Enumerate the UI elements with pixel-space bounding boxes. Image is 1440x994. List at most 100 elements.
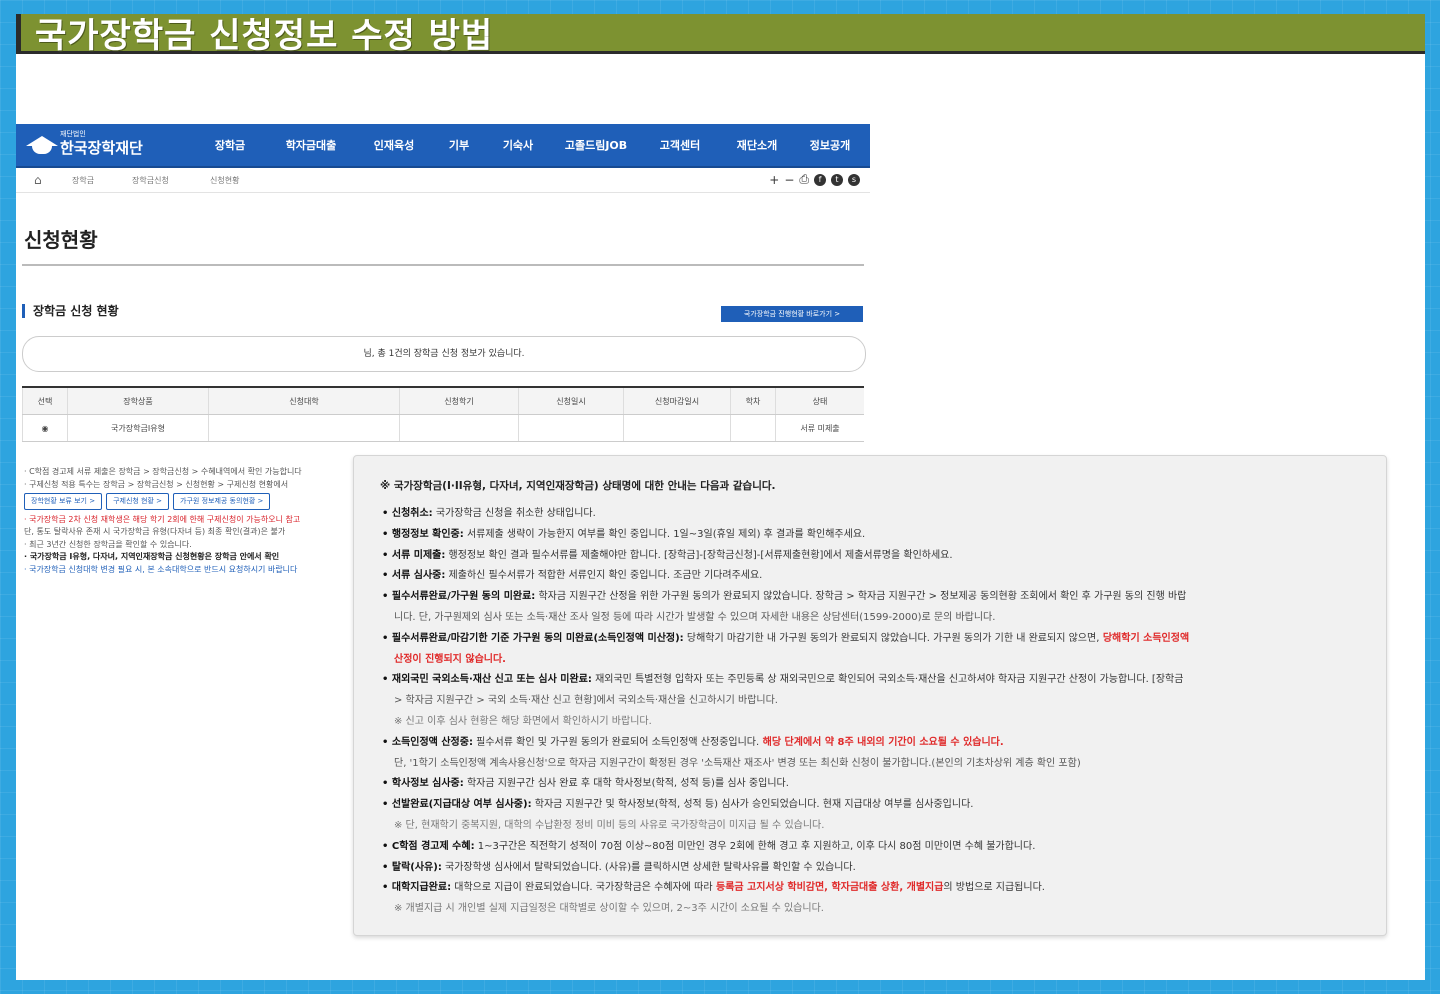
status-guide-list: • 신청취소: 국가장학금 신청을 취소한 상태입니다. • 행정정보 확인중: …: [382, 504, 1372, 920]
status-guide-text: 1~3구간은 직전학기 성적이 70점 이상~80점 미만인 경우 2회에 한해…: [474, 840, 1036, 852]
status-guide-text: • 서류 심사중:: [382, 570, 446, 582]
status-guide-text: 학자금 지원구간 및 학사정보(학적, 성적 등) 심사가 승인되었습니다. 현…: [531, 799, 974, 811]
breadcrumb-item-2[interactable]: 장학금신청: [132, 175, 169, 186]
progress-shortcut-button[interactable]: 국가장학금 진행현황 바로가기 >: [721, 306, 863, 322]
utility-tools: + − ⎙ f t s: [769, 172, 860, 187]
status-guide-item: • 선발완료(지급대상 여부 심사중): 학자금 지원구간 및 학사정보(학적,…: [382, 795, 1372, 816]
status-guide-text: 국가장학생 심사에서 탈락되었습니다. (사유)를 클릭하시면 상세한 탈락사유…: [441, 861, 856, 873]
status-guide-text: • 선발완료(지급대상 여부 심사중):: [382, 799, 532, 811]
logo-small-text: 재단법인: [60, 130, 86, 138]
slide-title: 국가장학금 신청정보 수정 방법: [35, 16, 494, 56]
status-guide-text: • 신청취소:: [382, 508, 433, 519]
status-guide-text: • 행정정보 확인중:: [382, 528, 464, 540]
row-select-radio[interactable]: ◉: [22, 414, 68, 442]
table-header-row: 선택 장학상품 신청대학 신청학기 신청일시 신청마감일시 학차 상태: [22, 386, 864, 415]
status-guide-item: • 학사정보 심사중: 학자금 지원구간 심사 완료 후 대학 학사정보(학적,…: [382, 774, 1372, 795]
status-guide-heading: ※ 국가장학금(I·II유형, 다자녀, 지역인재장학금) 상태명에 대한 안내…: [380, 480, 776, 492]
note-line: · 구제신청 적용 특수는 장학금 > 장학금신청 > 신청현황 > 구제신청 …: [24, 479, 289, 489]
status-guide-text: 국가장학금 신청을 취소한 상태입니다.: [432, 508, 596, 519]
logo-name: 한국장학재단: [60, 139, 143, 157]
page-title: 신청현황: [24, 228, 98, 252]
title-divider: [22, 264, 864, 266]
zoom-in-button[interactable]: +: [769, 173, 779, 187]
status-guide-text: • 탈락(사유):: [382, 861, 442, 873]
col-select: 선택: [22, 386, 68, 415]
status-guide-text: 학자금 지원구간 산정을 위한 가구원 동의가 완료되지 않았습니다. 장학금 …: [535, 591, 1187, 603]
status-guide-text: • 학사정보 심사중:: [382, 778, 464, 790]
status-guide-text: 해당 단계에서 약 8주 내외의 기간이 소요될 수 있습니다.: [759, 736, 1004, 748]
row-round: [730, 414, 776, 442]
status-guide-item: • 서류 심사중: 제출하신 필수서류가 적합한 서류인지 확인 중입니다. 조…: [382, 566, 1372, 587]
breadcrumb-item-3[interactable]: 신청현황: [210, 175, 239, 186]
status-guide-item: ※ 신고 이후 심사 현황은 해당 화면에서 확인하시기 바랍니다.: [382, 712, 1372, 733]
status-guide-text: 재외국민 특별전형 입학자 또는 주민등록 상 재외국민으로 확인되어 국외소득…: [591, 674, 1184, 686]
status-guide-item: • 서류 미제출: 행정정보 확인 결과 필수서류를 제출해야만 합니다. [장…: [382, 546, 1372, 567]
menu-item-loan[interactable]: 학자금대출: [266, 124, 356, 166]
menu-item-scholarship[interactable]: 장학금: [194, 124, 266, 166]
status-guide-text: 필수서류 확인 및 가구원 동의가 완료되어 소득인정액 산정중입니다.: [472, 736, 760, 748]
col-product: 장학상품: [67, 386, 209, 415]
row-date: [518, 414, 624, 442]
status-guide-text: 학자금 지원구간 심사 완료 후 대학 학사정보(학적, 성적 등)를 심사 중…: [463, 778, 789, 790]
breadcrumb: ⌂ 장학금 장학금신청 신청현황 + − ⎙ f t s: [16, 168, 870, 193]
note-line: · 최근 3년간 신청한 장학금을 확인할 수 있습니다.: [24, 539, 192, 549]
menu-item-talent[interactable]: 인재육성: [356, 124, 432, 166]
site-logo[interactable]: 재단법인 한국장학재단: [24, 130, 143, 157]
note-line: · C학점 경고제 서류 제출은 장학금 > 장학금신청 > 수혜내역에서 확인…: [24, 467, 302, 476]
status-guide-text: • 소득인정액 산정중:: [382, 736, 473, 748]
status-guide-text: 대학으로 지급이 완료되었습니다. 국가장학금은 수혜자에 따라: [451, 882, 713, 894]
row-semester: [399, 414, 519, 442]
col-status: 상태: [775, 386, 864, 415]
note-line: 단, 통도 탈락사유 존재 시 국가장학금 유형(다자녀 등) 최종 확인(결과…: [24, 527, 286, 536]
top-navigation: 재단법인 한국장학재단 장학금 학자금대출 인재육성 기부 기숙사 고졸드림JO…: [16, 124, 870, 168]
main-menu: 장학금 학자금대출 인재육성 기부 기숙사 고졸드림JOB 고객센터 재단소개 …: [194, 124, 864, 166]
status-guide-text: • 서류 미제출:: [382, 549, 446, 561]
status-guide-text: 당해학기 소득인정액: [1099, 632, 1190, 644]
menu-item-donation[interactable]: 기부: [432, 124, 486, 166]
status-guide-text: • 대학지급완료:: [382, 882, 452, 894]
status-guide-item: • 탈락(사유): 국가장학생 심사에서 탈락되었습니다. (사유)를 클릭하시…: [382, 858, 1372, 879]
family-consent-button[interactable]: 가구원 정보제공 동의현황 >: [173, 493, 271, 510]
relief-status-button[interactable]: 구제신청 현황 >: [106, 493, 170, 510]
col-deadline: 신청마감일시: [623, 386, 731, 415]
status-guide-text: 단, '1학기 소득인정액 계속사용신청'으로 학자금 지원구간이 확정된 경우…: [394, 757, 1081, 769]
graduation-cap-icon: [24, 132, 60, 156]
home-icon[interactable]: ⌂: [34, 173, 42, 187]
status-guide-text: • C학점 경고제 수혜:: [382, 840, 475, 852]
status-view-button[interactable]: 장학현황 보류 보기 >: [24, 493, 103, 510]
status-guide-text: 당해학기 마감기한 내 가구원 동의가 완료되지 않았습니다. 가구원 동의가 …: [683, 632, 1100, 644]
status-guide-item: • C학점 경고제 수혜: 1~3구간은 직전학기 성적이 70점 이상~80점…: [382, 837, 1372, 858]
print-icon[interactable]: ⎙: [799, 172, 809, 187]
col-university: 신청대학: [208, 386, 400, 415]
status-guide-item: • 신청취소: 국가장학금 신청을 취소한 상태입니다.: [382, 504, 1372, 525]
zoom-out-button[interactable]: −: [784, 173, 794, 187]
status-guide-text: ※ 신고 이후 심사 현황은 해당 화면에서 확인하시기 바랍니다.: [394, 715, 652, 727]
status-guide-item: • 행정정보 확인중: 서류제출 생략이 가능한지 여부를 확인 중입니다. 1…: [382, 525, 1372, 546]
status-guide-item: 산정이 진행되지 않습니다.: [382, 650, 1372, 671]
menu-item-customer-center[interactable]: 고객센터: [642, 124, 718, 166]
status-guide-item: • 필수서류완료/마감기한 기준 가구원 동의 미완료(소득인정액 미산정): …: [382, 629, 1372, 650]
row-status[interactable]: 서류 미제출: [775, 414, 864, 442]
slide-title-bar: 국가장학금 신청정보 수정 방법: [16, 14, 1425, 56]
note-line-red: · 국가장학금 2차 신청 재학생은 해당 학기 2회에 한해 구제신청이 가능…: [24, 514, 301, 524]
menu-item-dormitory[interactable]: 기숙사: [486, 124, 550, 166]
col-round: 학차: [730, 386, 776, 415]
application-count-notice: 님, 총 1건의 장학금 신청 정보가 있습니다.: [22, 336, 866, 372]
menu-item-about[interactable]: 재단소개: [718, 124, 796, 166]
status-guide-text: ※ 개별지급 시 개인별 실제 지급일정은 대학별로 상이할 수 있으며, 2~…: [394, 903, 824, 915]
slide: 국가장학금 신청정보 수정 방법 재단법인 한국장학재단 장학금 학자금대출 인…: [16, 14, 1425, 980]
guide-notes: · C학점 경고제 서류 제출은 장학금 > 장학금신청 > 수혜내역에서 확인…: [24, 466, 354, 576]
menu-item-job[interactable]: 고졸드림JOB: [550, 124, 642, 166]
status-guide-item: • 필수서류완료/가구원 동의 미완료: 학자금 지원구간 산정을 위한 가구원…: [382, 587, 1372, 608]
row-deadline: [623, 414, 731, 442]
application-table: 선택 장학상품 신청대학 신청학기 신청일시 신청마감일시 학차 상태 ◉ 국가…: [22, 386, 864, 442]
breadcrumb-item-1[interactable]: 장학금: [72, 175, 94, 186]
facebook-icon[interactable]: f: [814, 173, 826, 186]
menu-item-disclosure[interactable]: 정보공개: [796, 124, 864, 166]
status-guide-text: • 재외국민 국외소득·재산 신고 또는 심사 미완료:: [382, 674, 592, 686]
twitter-icon[interactable]: t: [831, 173, 843, 186]
col-semester: 신청학기: [399, 386, 519, 415]
note-buttons: 장학현황 보류 보기 > 구제신청 현황 > 가구원 정보제공 동의현황 >: [24, 493, 354, 510]
status-guide-item: 단, '1학기 소득인정액 계속사용신청'으로 학자금 지원구간이 확정된 경우…: [382, 754, 1372, 775]
share-icon[interactable]: s: [848, 173, 860, 186]
